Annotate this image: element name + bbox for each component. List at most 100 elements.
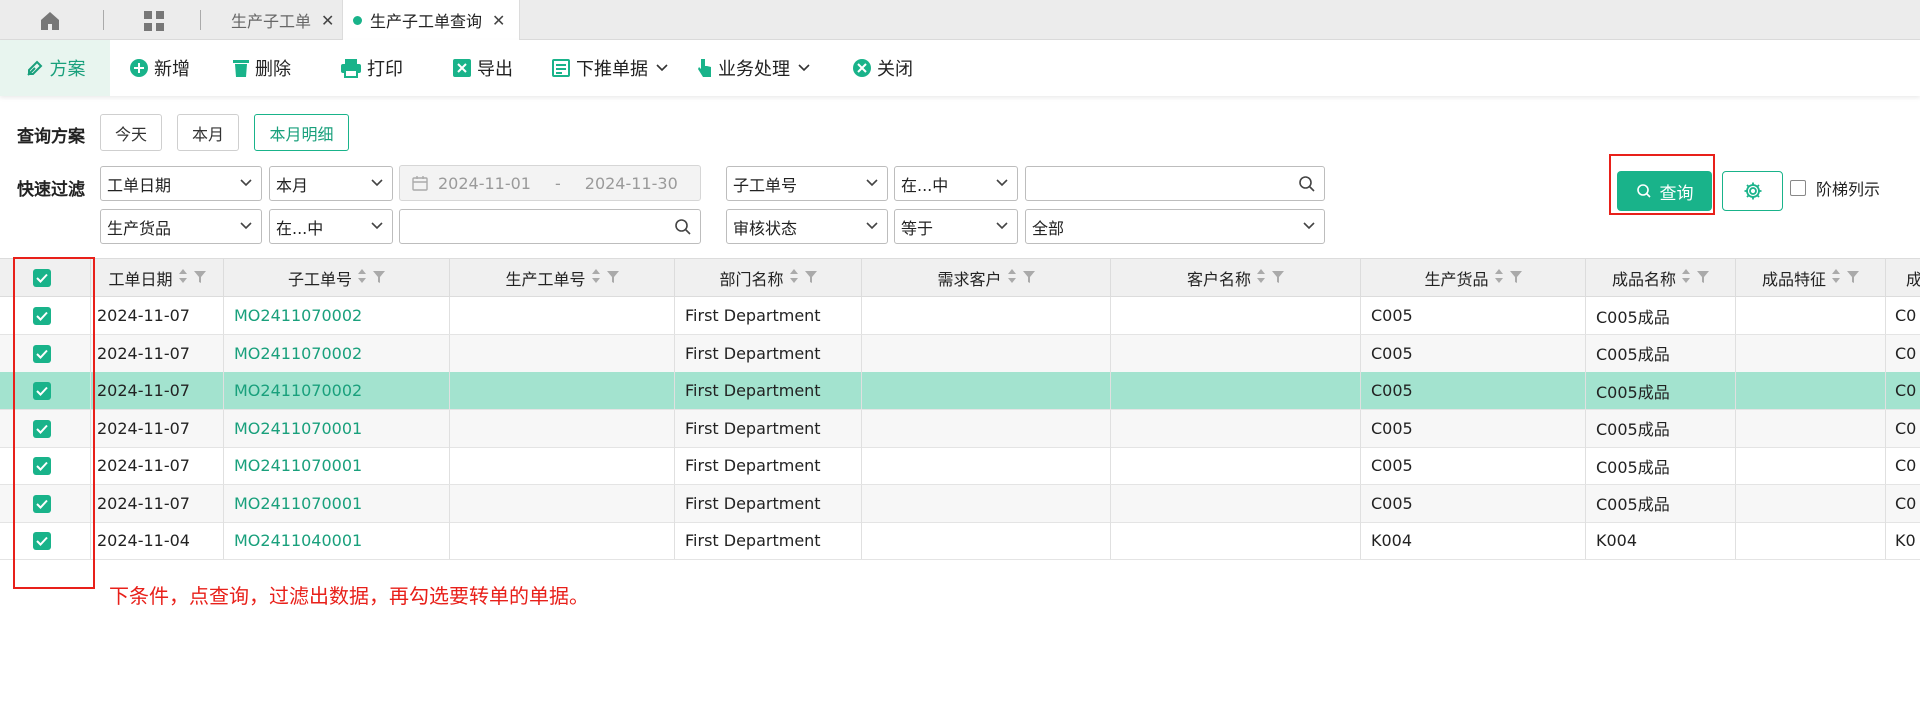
date-range-input[interactable]: 2024-11-01 - 2024-11-30 — [399, 165, 701, 201]
column-label: 成品名称 — [1611, 270, 1676, 289]
cell-extra: C0 — [1895, 493, 1917, 513]
filter-field-select[interactable]: 生产货品 — [100, 209, 262, 244]
table-row[interactable]: 2024-11-07 MO2411070001 First Department C0… — [0, 409, 1920, 448]
filter-operator-select[interactable]: 等于 — [894, 209, 1018, 244]
column-header-demand-customer[interactable]: 需求客户 — [862, 259, 1111, 297]
suborder-number-search-input[interactable] — [1025, 166, 1325, 201]
chevron-down-icon — [996, 179, 1008, 187]
column-header-product-name[interactable]: 成品名称 — [1586, 259, 1736, 297]
cell-extra: C0 — [1895, 306, 1917, 325]
column-header-production-no[interactable]: 生产工单号 — [450, 259, 675, 297]
column-label: 子工单号 — [287, 270, 352, 289]
ladder-checkbox[interactable] — [1790, 180, 1806, 196]
table-row[interactable]: 2024-11-07 MO2411070002 First Department C0… — [0, 372, 1920, 410]
filter-icon[interactable] — [804, 269, 817, 288]
cell-feature — [1736, 522, 1886, 559]
select-value: 工单日期 — [107, 175, 172, 195]
scheme-option-today[interactable]: 今天 — [100, 114, 162, 151]
chevron-down-icon — [798, 64, 810, 72]
cell-sub-no[interactable]: MO2411070002 — [224, 297, 450, 334]
filter-icon[interactable] — [373, 269, 385, 288]
search-icon[interactable] — [674, 218, 692, 236]
cell-sub-no[interactable]: MO2411070001 — [224, 409, 450, 447]
filter-operator-select[interactable]: 本月 — [269, 166, 393, 201]
tab-separator — [103, 10, 104, 30]
close-icon[interactable]: ✕ — [321, 11, 334, 30]
column-header-goods[interactable]: 生产货品 — [1361, 259, 1586, 297]
scheme-button[interactable]: 方案 — [0, 40, 110, 96]
push-down-dropdown[interactable]: 下推单据 — [551, 40, 673, 96]
column-header-department[interactable]: 部门名称 — [675, 259, 862, 297]
search-icon[interactable] — [1298, 175, 1316, 193]
cell-sub-no[interactable]: MO2411070001 — [224, 447, 450, 484]
sort-icon[interactable] — [1681, 268, 1691, 288]
delete-label: 删除 — [255, 59, 291, 80]
column-label: 生产工单号 — [505, 270, 586, 289]
home-icon[interactable] — [38, 9, 62, 33]
export-button[interactable]: 导出 — [452, 40, 513, 96]
delete-button[interactable]: 删除 — [232, 40, 291, 96]
filter-field-select[interactable]: 审核状态 — [726, 209, 888, 244]
sort-icon[interactable] — [178, 268, 188, 288]
sort-icon[interactable] — [1256, 268, 1266, 288]
close-icon[interactable]: ✕ — [492, 11, 505, 30]
cell-cust-name — [1111, 297, 1361, 334]
filter-operator-select[interactable]: 在...中 — [269, 209, 393, 244]
export-label: 导出 — [477, 59, 513, 80]
apps-grid-icon[interactable] — [143, 10, 165, 32]
audit-status-select[interactable]: 全部 — [1025, 209, 1325, 244]
scheme-option-month[interactable]: 本月 — [177, 114, 239, 151]
sort-icon[interactable] — [591, 268, 601, 288]
select-value: 在...中 — [901, 175, 949, 195]
table-row[interactable]: 2024-11-07 MO2411070002 First Department C0… — [0, 297, 1920, 335]
cell-sub-no[interactable]: MO2411040001 — [224, 522, 450, 559]
cell-dept: First Department — [675, 297, 862, 334]
tab-production-suborder-query[interactable]: 生产子工单查询 ✕ — [342, 0, 521, 40]
filter-icon[interactable] — [606, 269, 619, 288]
business-process-dropdown[interactable]: 业务处理 — [697, 40, 815, 96]
table-row[interactable]: 2024-11-04 MO2411040001 First Department K0… — [0, 522, 1920, 560]
table-row[interactable]: 2024-11-07 MO2411070002 First Department C0… — [0, 334, 1920, 373]
sort-icon[interactable] — [1831, 268, 1841, 288]
filter-icon[interactable] — [1272, 269, 1284, 288]
column-header-extra[interactable]: 成 — [1886, 259, 1920, 297]
select-value: 在...中 — [276, 218, 324, 238]
cell-product-name: C005成品 — [1586, 409, 1736, 447]
cell-sub-no[interactable]: MO2411070001 — [224, 484, 450, 522]
filter-operator-select[interactable]: 在...中 — [894, 166, 1018, 201]
filter-icon[interactable] — [1022, 269, 1035, 288]
sort-icon[interactable] — [357, 268, 367, 288]
query-button[interactable]: 查询 — [1617, 171, 1712, 211]
print-button[interactable]: 打印 — [340, 40, 403, 96]
close-button[interactable]: 关闭 — [852, 40, 913, 96]
chevron-down-icon — [240, 179, 252, 187]
chevron-down-icon — [240, 222, 252, 230]
tab-production-suborder[interactable]: 生产子工单 ✕ — [231, 0, 348, 40]
column-header-feature[interactable]: 成品特征 — [1736, 259, 1886, 297]
cell-demand-cust — [862, 297, 1111, 334]
gear-icon — [1744, 182, 1761, 200]
sort-icon[interactable] — [1494, 268, 1504, 288]
column-header-suborder-no[interactable]: 子工单号 — [224, 259, 450, 297]
sort-icon[interactable] — [789, 268, 799, 288]
table-row[interactable]: 2024-11-07 MO2411070001 First Department C0… — [0, 484, 1920, 523]
sort-icon[interactable] — [1007, 268, 1017, 288]
filter-field-select[interactable]: 子工单号 — [726, 166, 888, 201]
filter-field-select[interactable]: 工单日期 — [100, 166, 262, 201]
filter-icon[interactable] — [1509, 269, 1522, 288]
cell-demand-cust — [862, 409, 1111, 447]
scheme-option-month-detail[interactable]: 本月明细 — [254, 114, 349, 151]
column-header-customer-name[interactable]: 客户名称 — [1111, 259, 1361, 297]
filter-icon[interactable] — [1697, 269, 1709, 288]
toolbar: 方案 新增 删除 打印 导出 下推单据 业务处理 关闭 — [0, 40, 1920, 96]
column-header-date[interactable]: 工单日期 — [91, 259, 224, 297]
filter-icon[interactable] — [193, 269, 206, 288]
table-row[interactable]: 2024-11-07 MO2411070001 First Department C0… — [0, 447, 1920, 485]
cell-sub-no[interactable]: MO2411070002 — [224, 334, 450, 372]
filter-icon[interactable] — [1847, 269, 1859, 288]
settings-button[interactable] — [1722, 171, 1783, 211]
ladder-display-toggle[interactable]: 阶梯列示 — [1790, 176, 1880, 200]
cell-sub-no[interactable]: MO2411070002 — [224, 372, 450, 409]
goods-search-input[interactable] — [399, 209, 701, 244]
add-button[interactable]: 新增 — [129, 40, 190, 96]
